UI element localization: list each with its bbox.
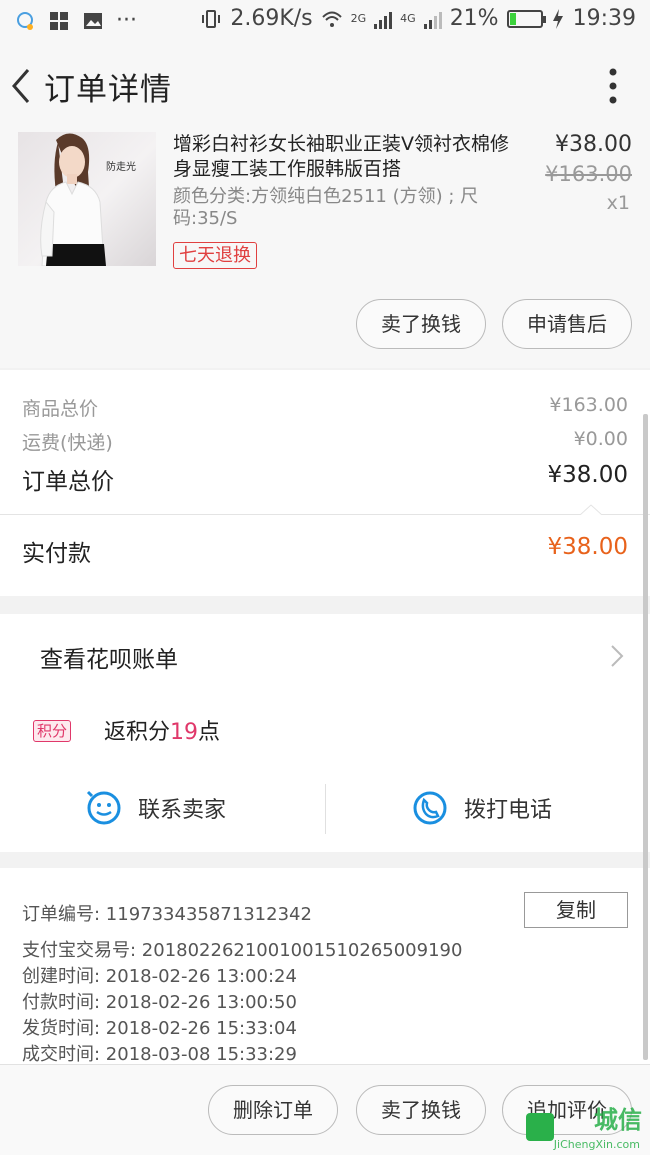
order-info: 订单编号: 1197334358713123​42 复制 支付宝交易号: 201… xyxy=(0,868,650,1065)
phone-icon xyxy=(413,791,447,825)
shipped-time: 发货时间: 2018-02-26 15:33:04 xyxy=(22,1018,297,1039)
battery-percent: 21% xyxy=(449,6,499,31)
call-phone-label: 拨打电话 xyxy=(464,798,553,823)
scrollbar[interactable] xyxy=(643,414,648,1060)
paid-value: ¥38.00 xyxy=(547,534,628,560)
product-spec: 颜色分类:方领纯白色2511 (方领) ; 尺码:35/S xyxy=(173,186,479,229)
bottom-action-bar: 删除订单 卖了换钱 追加评价 城信 JiChengXin.com xyxy=(0,1064,650,1155)
status-bar: ··· 2.69K/s 2G 4G 21% 19:39 xyxy=(0,0,650,44)
signal-icon xyxy=(423,9,442,29)
back-icon[interactable] xyxy=(6,66,36,106)
contact-bar: 联系卖家 拨打电话 xyxy=(0,782,650,838)
product-card[interactable]: 防走光 增彩白衬衫女长袖职业正装V领衬衣棉修身显瘦工装工作服韩版百搭 颜色分类:… xyxy=(0,128,650,368)
battery-fill xyxy=(509,12,517,25)
sell-for-cash-button[interactable]: 卖了换钱 xyxy=(356,1085,486,1135)
after-sale-button[interactable]: 申请售后 xyxy=(502,299,632,349)
order-total-value: ¥38.00 xyxy=(547,462,628,488)
order-total-row: 订单总价 ¥38.00 xyxy=(22,462,628,495)
watermark-url: JiChengXin.com xyxy=(553,1138,640,1151)
more-notifications: ··· xyxy=(116,8,137,33)
order-number: 订单编号: 1197334358713123​42 xyxy=(22,904,312,925)
paid-time: 付款时间: 2018-02-26 13:00:50 xyxy=(22,992,297,1013)
app-header: 订单详情 xyxy=(0,44,650,128)
order-total-label: 订单总价 xyxy=(22,469,114,495)
shipping-label: 运费(快递) xyxy=(22,432,113,454)
points-badge: 积分 xyxy=(33,720,72,742)
delete-order-button[interactable]: 删除订单 xyxy=(208,1085,338,1135)
product-quantity: x1 xyxy=(606,192,630,214)
created-time: 创建时间: 2018-02-26 13:00:24 xyxy=(22,966,297,987)
product-original-price: ¥163.00 xyxy=(545,162,632,186)
chevron-right-icon[interactable] xyxy=(610,644,624,668)
contact-seller-label: 联系卖家 xyxy=(138,798,227,823)
more-menu-icon[interactable] xyxy=(608,68,618,104)
shipping-value: ¥0.00 xyxy=(573,428,628,450)
network-speed: 2.69K/s xyxy=(230,6,313,31)
product-photo xyxy=(40,133,106,266)
gallery-icon xyxy=(84,12,102,29)
paid-label: 实付款 xyxy=(22,541,91,567)
price-summary: 商品总价 ¥163.00 运费(快递) ¥0.00 订单总价 ¥38.00 实付… xyxy=(0,370,650,596)
service-section: 查看花呗账单 积分 返积分19点 联系卖家 拨打电话 xyxy=(0,614,650,852)
signal-icon xyxy=(374,9,393,29)
battery-icon xyxy=(506,9,546,28)
goods-total-label: 商品总价 xyxy=(22,398,99,420)
thumb-tag: 防走光 xyxy=(106,162,136,173)
network-4g-label: 4G xyxy=(400,12,416,25)
alipay-trade-number: 支付宝交易号: 2018022621001001510265009190 xyxy=(22,940,463,961)
product-price: ¥38.00 xyxy=(555,132,632,157)
chat-face-icon xyxy=(86,790,121,825)
contact-seller-button[interactable]: 联系卖家 xyxy=(86,790,226,826)
points-suffix: 点 xyxy=(198,720,221,745)
goods-total-row: 商品总价 ¥163.00 xyxy=(22,394,628,420)
notification-icon xyxy=(17,11,33,30)
completed-time: 成交时间: 2018-03-08 15:33:29 xyxy=(22,1044,297,1065)
goods-total-value: ¥163.00 xyxy=(549,394,628,416)
app-grid-icon xyxy=(50,11,68,30)
copy-button[interactable]: 复制 xyxy=(524,892,628,928)
call-phone-button[interactable]: 拨打电话 xyxy=(412,790,552,826)
vibrate-icon xyxy=(202,9,221,28)
product-thumbnail[interactable]: 防走光 xyxy=(18,132,156,266)
return-policy-badge: 七天退换 xyxy=(173,242,257,269)
wifi-icon xyxy=(321,11,342,27)
points-reward: 返积分19点 xyxy=(104,714,220,746)
caret-up-icon xyxy=(580,504,602,515)
watermark-text: 城信 xyxy=(594,1106,642,1134)
clock: 19:39 xyxy=(572,6,636,31)
sell-for-cash-button[interactable]: 卖了换钱 xyxy=(356,299,486,349)
points-prefix: 返积分 xyxy=(104,720,171,745)
paid-row: 实付款 ¥38.00 xyxy=(22,534,628,568)
shipping-row: 运费(快递) ¥0.00 xyxy=(22,428,628,454)
huabei-bill-link[interactable]: 查看花呗账单 xyxy=(40,640,178,674)
charging-icon xyxy=(552,8,563,29)
page-title: 订单详情 xyxy=(44,72,172,108)
points-value: 19 xyxy=(170,720,199,745)
summary-divider xyxy=(0,514,650,515)
contact-divider xyxy=(325,784,326,834)
watermark-logo-icon xyxy=(526,1113,554,1141)
network-2g-label: 2G xyxy=(350,12,367,25)
product-title[interactable]: 增彩白衬衫女长袖职业正装V领衬衣棉修身显瘦工装工作服韩版百搭 xyxy=(173,132,513,182)
